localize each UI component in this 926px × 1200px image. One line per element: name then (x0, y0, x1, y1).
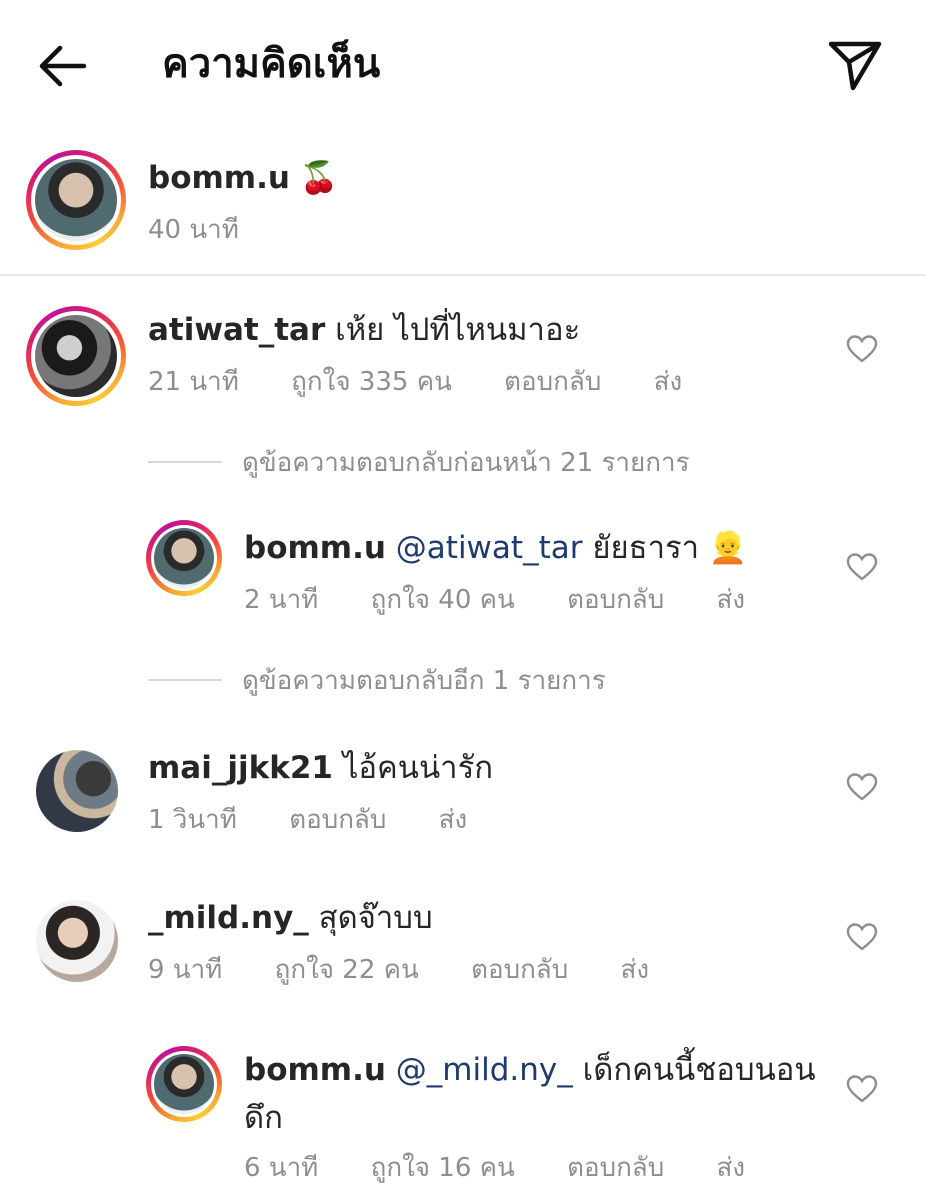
comment-avatar[interactable] (36, 900, 118, 982)
send-button[interactable]: ส่ง (439, 802, 468, 838)
reply-button[interactable]: ตอบกลับ (567, 582, 664, 618)
reply-time: 2 นาที (244, 585, 319, 615)
comment-meta: 9 นาที ถูกใจ 22 คน ตอบกลับ ส่ง (148, 952, 693, 988)
reply-body-continued: ดึก (244, 1100, 283, 1136)
heart-outline-icon[interactable] (846, 552, 878, 582)
comment-meta: 21 นาที ถูกใจ 335 คน ตอบกลับ ส่ง (148, 364, 726, 400)
comment-time: 9 นาที (148, 955, 223, 985)
heart-outline-icon[interactable] (846, 334, 878, 364)
send-button[interactable]: ส่ง (717, 582, 746, 618)
send-button[interactable]: ส่ง (717, 1150, 746, 1186)
likes-count[interactable]: ถูกใจ 40 คน (371, 582, 515, 618)
reply-time: 6 นาที (244, 1153, 319, 1183)
reply-meta: 2 นาที ถูกใจ 40 คน ตอบกลับ ส่ง (244, 582, 789, 618)
likes-count[interactable]: ถูกใจ 22 คน (275, 952, 419, 988)
divider (0, 274, 926, 276)
reply-button[interactable]: ตอบกลับ (289, 802, 386, 838)
blond-person-emoji: 👱 (708, 530, 748, 566)
send-button[interactable]: ส่ง (654, 364, 683, 400)
reply-button[interactable]: ตอบกลับ (471, 952, 568, 988)
comment-body: เห้ย ไปที่ไหนมาอะ (335, 312, 581, 348)
back-button[interactable] (28, 36, 98, 96)
comment-text: atiwat_tar เห้ย ไปที่ไหนมาอะ (148, 308, 580, 352)
heart-outline-icon[interactable] (846, 922, 878, 952)
comment-username[interactable]: _mild.ny_ (148, 900, 309, 936)
thread-line (148, 679, 222, 681)
reply-meta: 6 นาที ถูกใจ 16 คน ตอบกลับ ส่ง (244, 1150, 789, 1186)
paper-plane-icon (828, 41, 882, 91)
reply-button[interactable]: ตอบกลับ (504, 364, 601, 400)
arrow-left-icon (39, 45, 87, 87)
send-button[interactable]: ส่ง (621, 952, 650, 988)
caption-meta: 40 นาที (148, 212, 283, 248)
reply-text: bomm.u @_mild.ny_ เด็กคนนี้ชอบนอน (244, 1048, 816, 1092)
likes-count[interactable]: ถูกใจ 335 คน (291, 364, 452, 400)
cherry-emoji: 🍒 (299, 160, 339, 196)
heart-outline-icon[interactable] (846, 1074, 878, 1104)
view-more-replies[interactable]: ดูข้อความตอบกลับอีก 1 รายการ (242, 663, 606, 699)
mention-link[interactable]: @atiwat_tar (396, 530, 583, 566)
caption-text: bomm.u 🍒 (148, 156, 338, 200)
heart-outline-icon[interactable] (846, 772, 878, 802)
reply-text: bomm.u @atiwat_tar ยัยธารา 👱 (244, 526, 748, 570)
view-previous-replies[interactable]: ดูข้อความตอบกลับก่อนหน้า 21 รายการ (242, 445, 690, 481)
comment-time: 1 วินาที (148, 805, 237, 835)
comment-body: สุดจ๊าบบ (318, 900, 433, 936)
thread-line (148, 461, 222, 463)
comment-text: _mild.ny_ สุดจ๊าบบ (148, 896, 433, 940)
reply-avatar[interactable] (146, 1046, 222, 1122)
likes-count[interactable]: ถูกใจ 16 คน (371, 1150, 515, 1186)
share-button[interactable] (822, 34, 888, 94)
caption-username[interactable]: bomm.u (148, 160, 290, 196)
comment-time: 21 นาที (148, 367, 239, 397)
page-title: ความคิดเห็น (162, 41, 381, 87)
comment-text: mai_jjkk21 ไอ้คนน่ารัก (148, 746, 493, 790)
comment-avatar[interactable] (26, 306, 126, 406)
caption-time: 40 นาที (148, 215, 239, 245)
reply-username[interactable]: bomm.u (244, 1052, 386, 1088)
reply-avatar[interactable] (146, 520, 222, 596)
comment-meta: 1 วินาที ตอบกลับ ส่ง (148, 802, 511, 838)
reply-button[interactable]: ตอบกลับ (567, 1150, 664, 1186)
mention-link[interactable]: @_mild.ny_ (396, 1052, 573, 1088)
comment-body: ไอ้คนน่ารัก (342, 750, 493, 786)
comment-username[interactable]: atiwat_tar (148, 312, 325, 348)
caption-avatar[interactable] (26, 150, 126, 250)
reply-username[interactable]: bomm.u (244, 530, 386, 566)
reply-body: ยัยธารา (592, 530, 700, 566)
reply-body: เด็กคนนี้ชอบนอน (582, 1052, 816, 1088)
comment-avatar[interactable] (36, 750, 118, 832)
comment-username[interactable]: mai_jjkk21 (148, 750, 333, 786)
